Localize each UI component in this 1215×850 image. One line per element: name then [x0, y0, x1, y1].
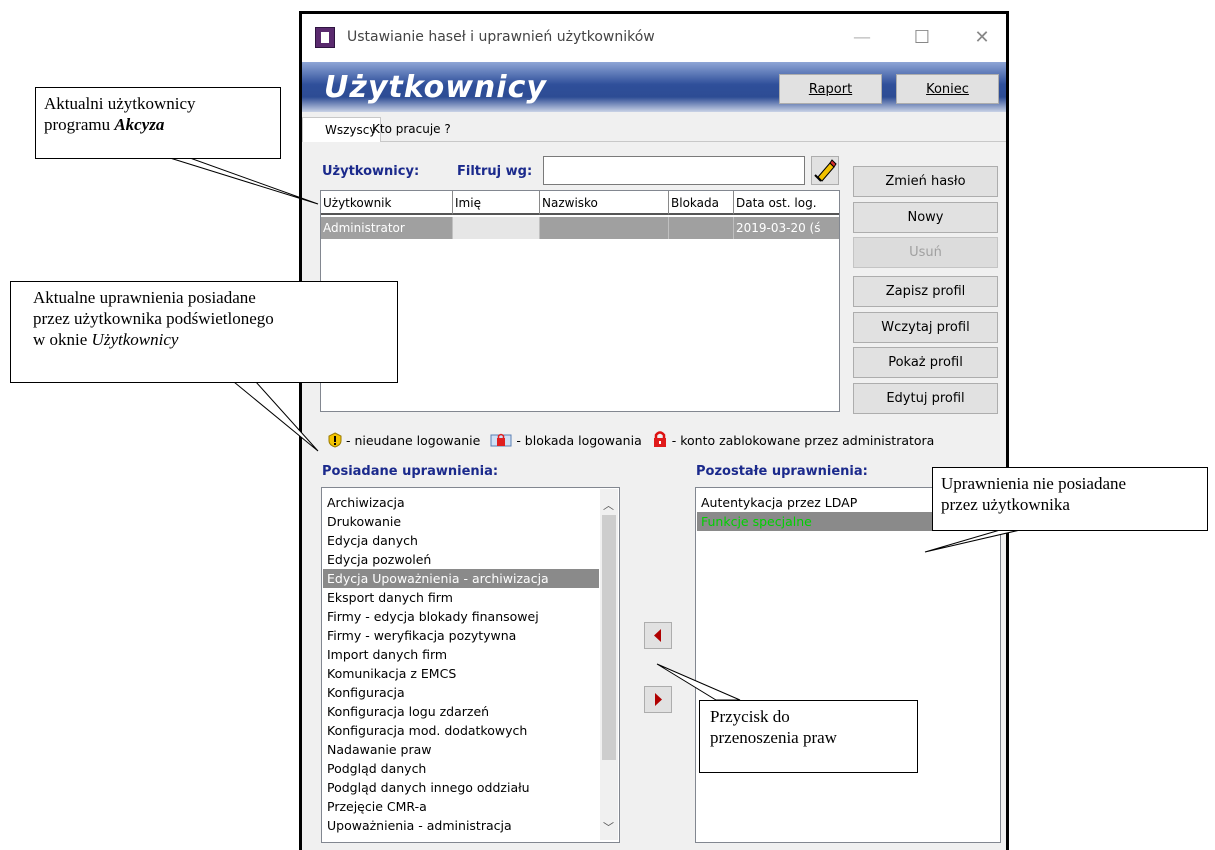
callout-text: programu — [44, 115, 115, 134]
callout-transfer-button: Przycisk do przenoszenia praw — [699, 700, 918, 773]
callout-text: programu Akcyza — [44, 114, 272, 135]
callout-owned-permissions: Aktualne uprawnienia posiadane przez uży… — [10, 281, 398, 383]
callout-text: Uprawnienia nie posiadane — [941, 474, 1127, 493]
callout-not-owned-permissions: Uprawnienia nie posiadane przez użytkown… — [932, 467, 1208, 531]
callout-emphasis: Akcyza — [114, 115, 165, 134]
callout-emphasis: Użytkownicy — [91, 330, 179, 349]
callout-text: Przycisk do — [710, 707, 790, 726]
callout-text: w oknie — [33, 330, 92, 349]
callout-text: w oknie Użytkownicy — [33, 329, 375, 350]
callout-text: Aktualni użytkownicy — [44, 94, 196, 113]
callout-current-users: Aktualni użytkownicy programu Akcyza — [35, 87, 281, 159]
callout-text: przez użytkownika — [941, 495, 1070, 514]
callout-text: przez użytkownika podświetlonego — [33, 309, 274, 328]
callout-text: przenoszenia praw — [710, 728, 837, 747]
callout-text: Aktualne uprawnienia posiadane — [33, 288, 256, 307]
